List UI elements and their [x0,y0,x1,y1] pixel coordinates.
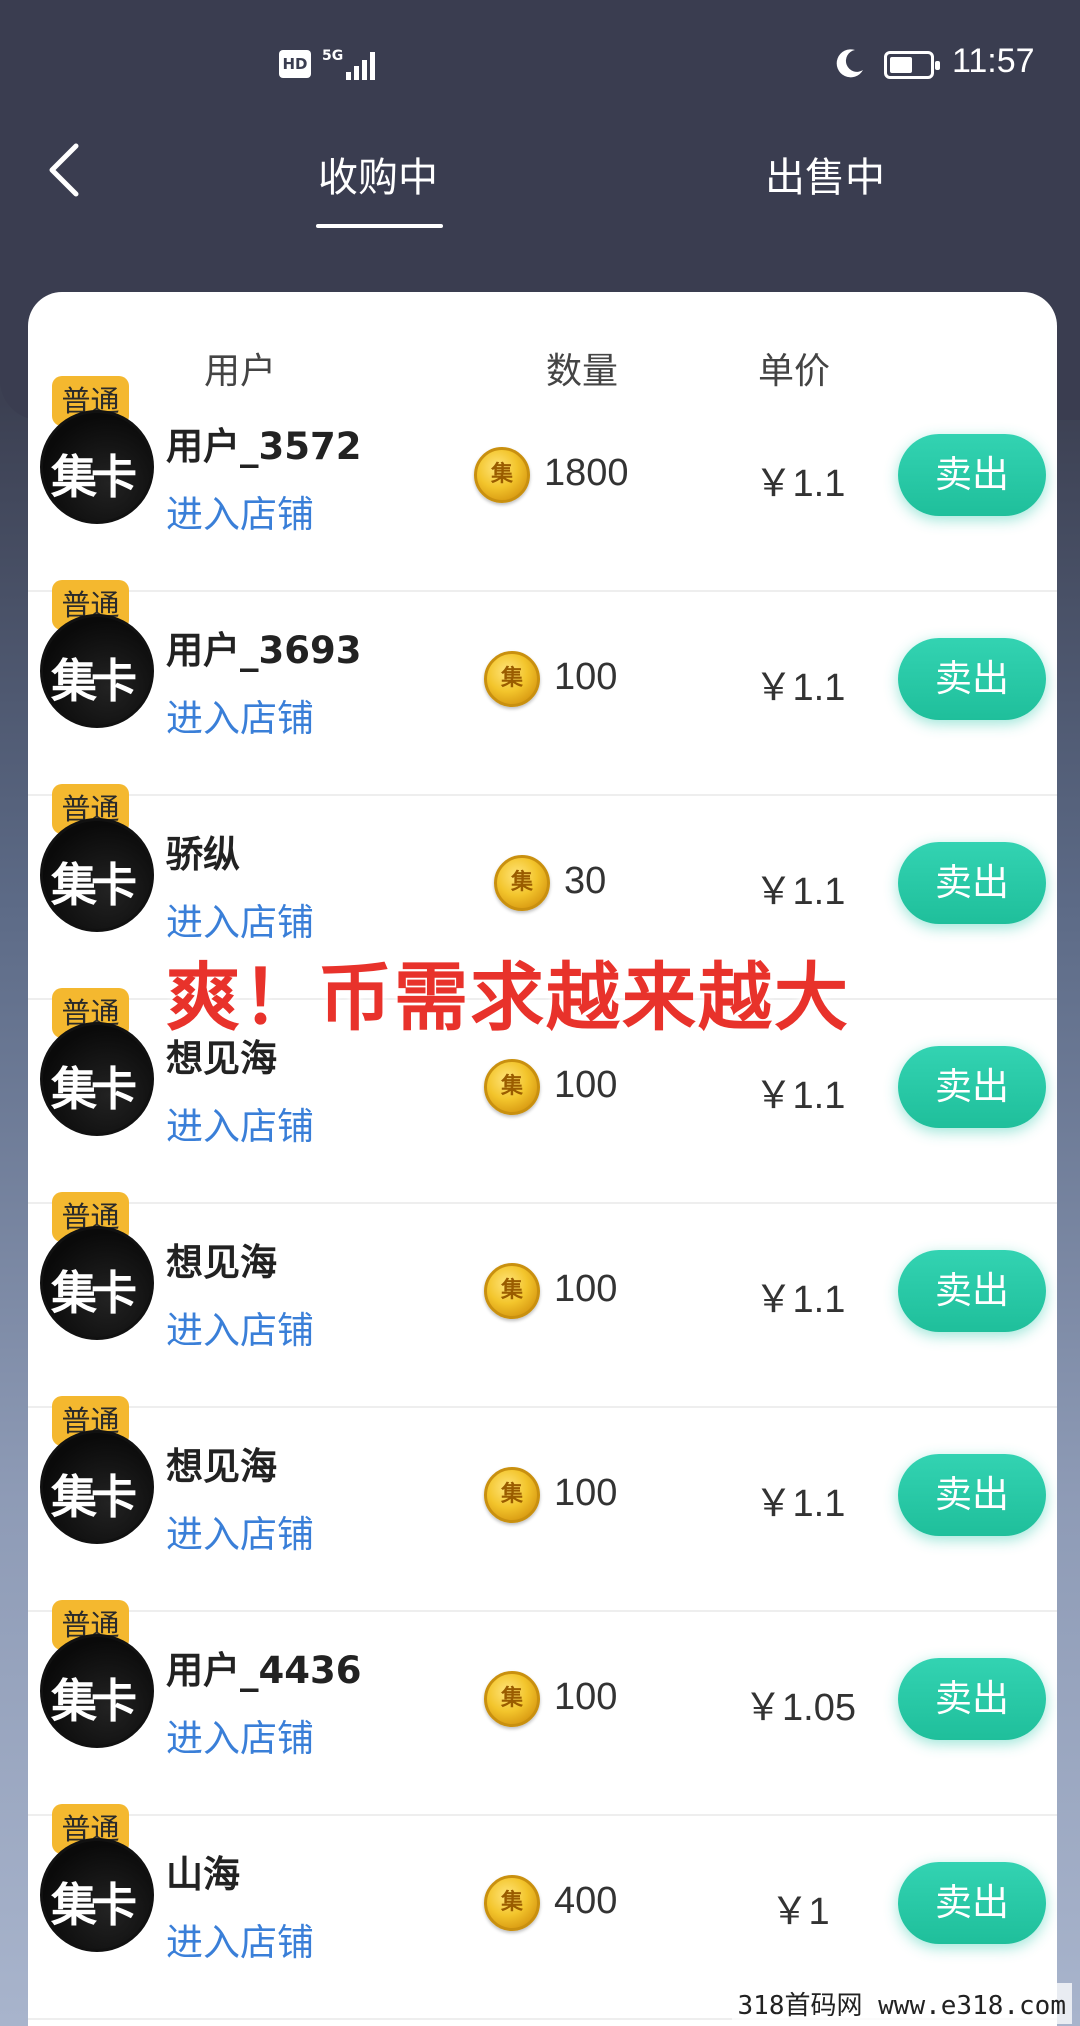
user-name: 想见海 [166,1445,277,1488]
moon-icon [836,49,863,78]
user-name: 想见海 [166,1241,277,1284]
avatar-logo-text: 集卡 [51,654,137,708]
sell-button[interactable]: 卖出 [898,1454,1046,1536]
avatar-logo-text: 集卡 [51,858,137,912]
unit-price: ￥1.1 [754,871,846,913]
coin-icon: 集 [484,1059,540,1115]
enter-shop-link[interactable]: 进入店铺 [166,1300,314,1354]
sell-button[interactable]: 卖出 [898,638,1046,720]
enter-shop-link[interactable]: 进入店铺 [166,484,314,538]
sell-button[interactable]: 卖出 [898,1250,1046,1332]
active-tab-indicator [316,224,443,228]
enter-shop-link[interactable]: 进入店铺 [166,1096,314,1150]
avatar[interactable]: 集卡 [40,614,154,728]
user-name: 用户_3572 [166,425,362,468]
enter-shop-link[interactable]: 进入店铺 [166,1912,314,1966]
enter-shop-link[interactable]: 进入店铺 [166,1708,314,1762]
table-row: 普通 集卡 用户_3572 进入店铺集 1800 ￥1.1 卖出 [28,376,1057,592]
coin-icon: 集 [484,1263,540,1319]
quantity-value: 30 [564,860,607,902]
coin-icon: 集 [484,1467,540,1523]
avatar-logo-text: 集卡 [51,1266,137,1320]
column-header-price: 单价 [758,351,831,392]
quantity-value: 400 [554,1880,618,1922]
unit-price: ￥1.1 [754,1279,846,1321]
order-list-card: 用户 数量 单价 普通 集卡 用户_3572 进入店铺集 1800 ￥1.1 卖出 普通 集卡用… [28,292,1057,2026]
coin-icon: 集 [484,1875,540,1931]
avatar-logo-text: 集卡 [51,1674,137,1728]
quantity-value: 100 [554,1472,618,1514]
unit-price: ￥1.1 [754,1075,846,1117]
column-header-quantity: 数量 [546,351,619,392]
tab-buying[interactable]: 收购中 [318,145,438,203]
table-row: 普通 集卡 想见海 进入店铺集 100 ￥1.1 卖出 [28,1396,1057,1612]
avatar[interactable]: 集卡 [40,1022,154,1136]
user-name: 用户_4436 [166,1649,362,1692]
unit-price: ￥1.1 [754,463,846,505]
avatar[interactable]: 集卡 [40,410,154,524]
quantity-value: 100 [554,1268,618,1310]
user-name: 山海 [166,1853,240,1896]
coin-icon: 集 [484,1671,540,1727]
hd-icon: HD [279,50,311,78]
battery-icon [884,51,940,79]
enter-shop-link[interactable]: 进入店铺 [166,1504,314,1558]
quantity-value: 100 [554,1064,618,1106]
back-button[interactable] [40,138,90,202]
chevron-left-icon [49,143,79,197]
unit-price: ￥1.1 [754,1483,846,1525]
user-name: 用户_3693 [166,629,362,672]
coin-icon: 集 [494,855,550,911]
quantity-value: 100 [554,656,618,698]
sell-button[interactable]: 卖出 [898,1658,1046,1740]
avatar[interactable]: 集卡 [40,1430,154,1544]
unit-price: ￥1 [770,1891,830,1933]
promo-caption: 爽！币需求越来越大 [166,955,850,1041]
coin-icon: 集 [474,447,530,503]
signal-icon [340,48,380,80]
coin-icon: 集 [484,651,540,707]
sell-button[interactable]: 卖出 [898,1046,1046,1128]
sell-button[interactable]: 卖出 [898,842,1046,924]
table-row: 普通 集卡 用户_3693 进入店铺集 100 ￥1.1 卖出 [28,580,1057,796]
avatar-logo-text: 集卡 [51,1878,137,1932]
watermark: 318首码网 www.e318.com [731,1983,1072,2024]
quantity-value: 1800 [544,452,629,494]
tab-selling[interactable]: 出售中 [765,145,885,203]
enter-shop-link[interactable]: 进入店铺 [166,688,314,742]
avatar-logo-text: 集卡 [51,1470,137,1524]
sell-button[interactable]: 卖出 [898,1862,1046,1944]
user-name: 骄纵 [166,833,240,876]
column-header-user: 用户 [204,351,277,392]
avatar-logo-text: 集卡 [51,450,137,504]
quantity-value: 100 [554,1676,618,1718]
avatar[interactable]: 集卡 [40,818,154,932]
table-row: 普通 集卡 用户_4436 进入店铺集 100 ￥1.05 卖出 [28,1600,1057,1816]
avatar[interactable]: 集卡 [40,1634,154,1748]
sell-button[interactable]: 卖出 [898,434,1046,516]
avatar[interactable]: 集卡 [40,1838,154,1952]
table-row: 普通 集卡 想见海 进入店铺集 100 ￥1.1 卖出 [28,1192,1057,1408]
avatar[interactable]: 集卡 [40,1226,154,1340]
unit-price: ￥1.05 [744,1687,856,1729]
status-bar: HD 5G 11:57 [0,0,1080,130]
clock: 11:57 [952,42,1035,80]
avatar-logo-text: 集卡 [51,1062,137,1116]
unit-price: ￥1.1 [754,667,846,709]
